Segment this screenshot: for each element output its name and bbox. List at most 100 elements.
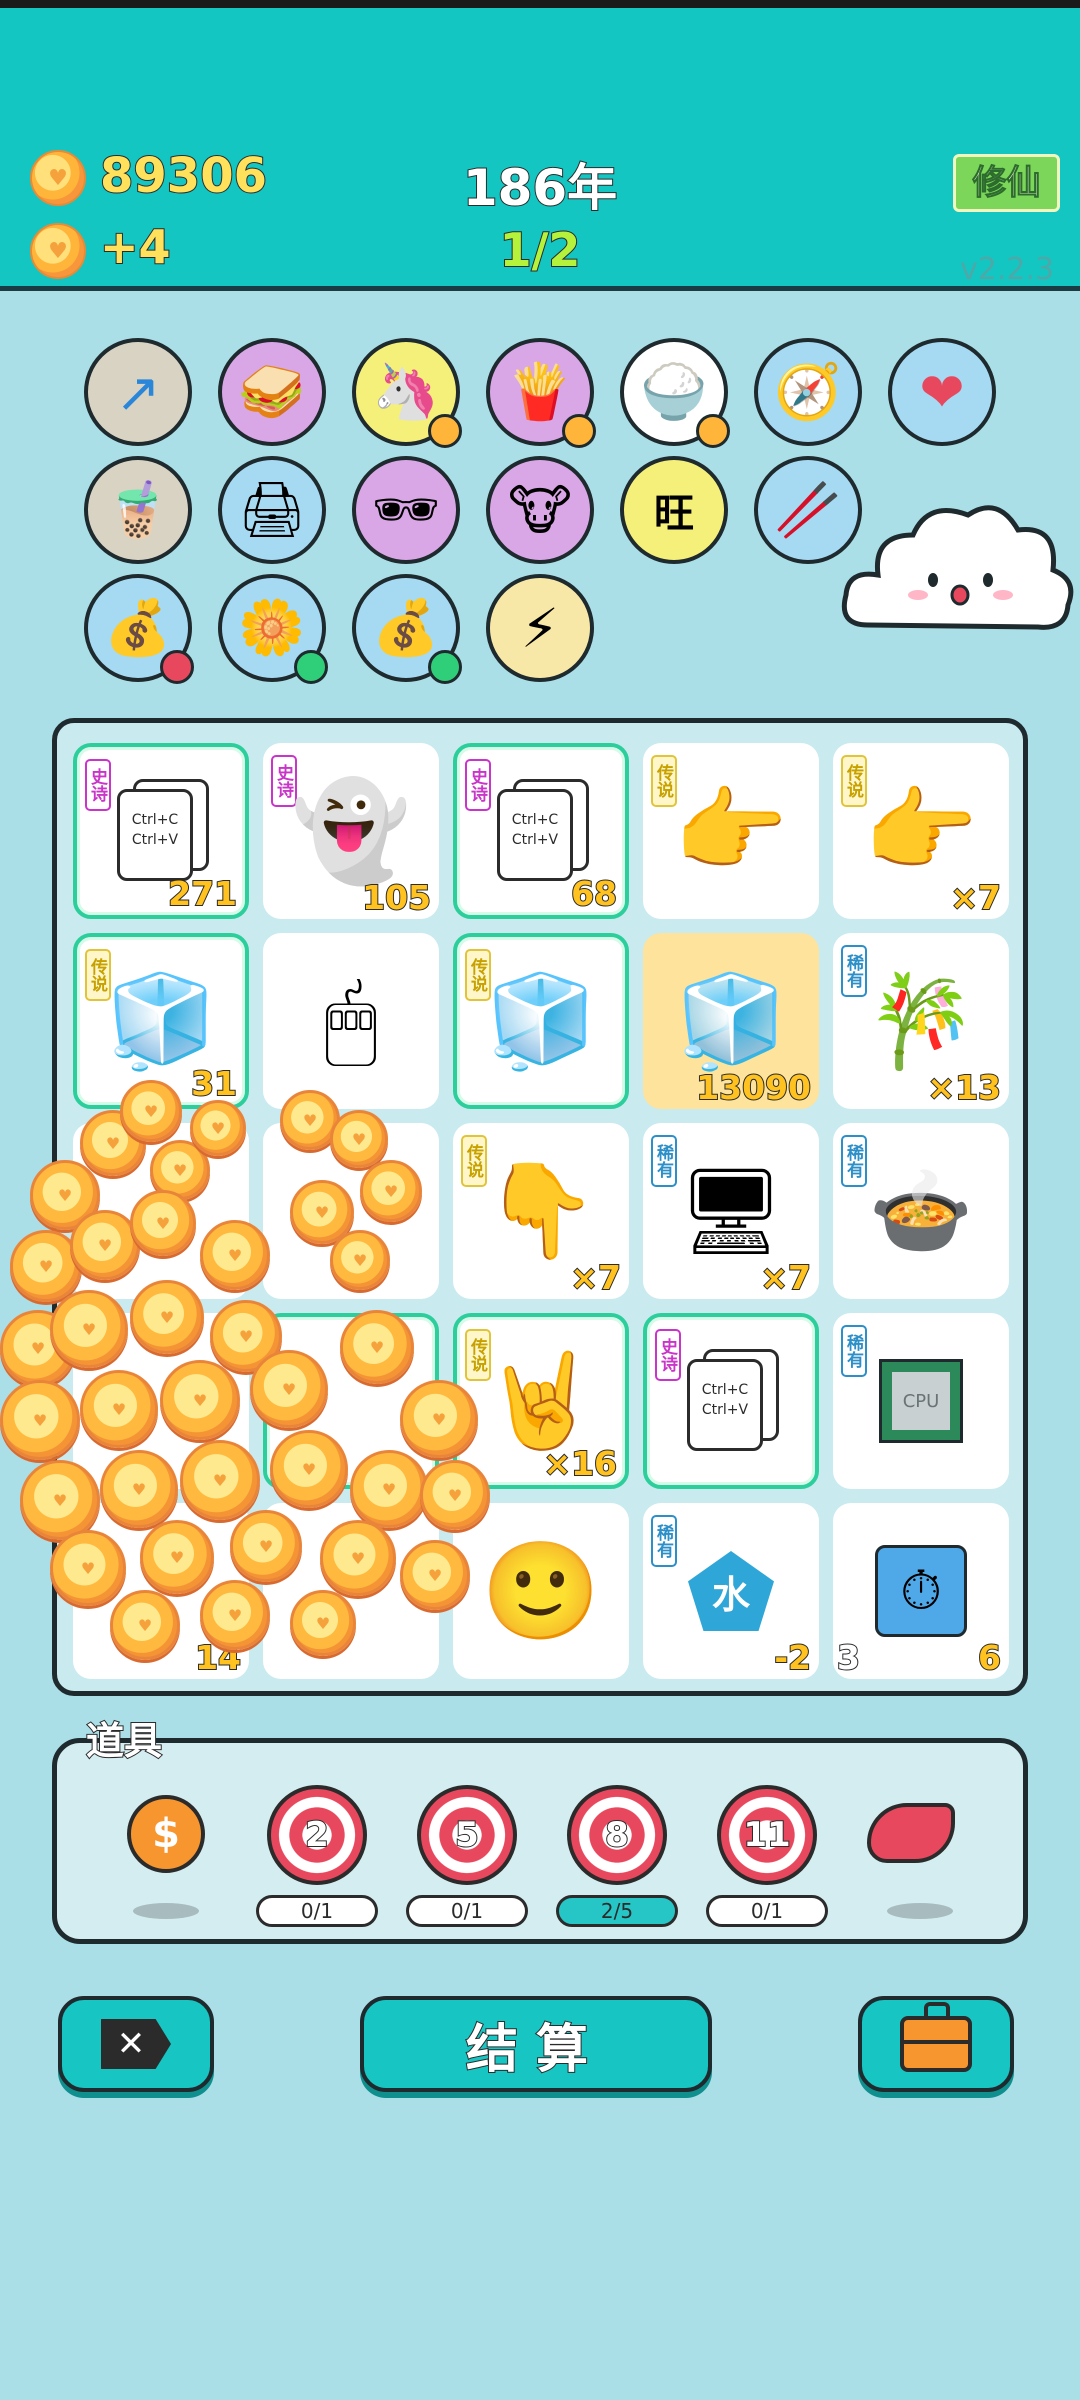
- item-count: ×16: [542, 1443, 618, 1484]
- board-cell[interactable]: 史诗 Ctrl+C Ctrl+V: [643, 1313, 819, 1489]
- version-label: v2.2.3: [960, 252, 1055, 287]
- mouse-icon: 🖱: [324, 968, 378, 1073]
- target-icon[interactable]: 8: [567, 1785, 667, 1885]
- status-bar: [0, 0, 1080, 8]
- sunglasses-egg-icon[interactable]: 🕶: [352, 456, 460, 564]
- money-bag-red-icon[interactable]: 💰: [84, 574, 194, 684]
- round-progress: 1/2: [499, 222, 582, 278]
- board-cell[interactable]: 传说 🧊 31: [73, 933, 249, 1109]
- coin-gain: +4: [99, 219, 172, 275]
- item-shadow: [887, 1903, 953, 1919]
- minus-badge-icon: [160, 650, 194, 684]
- printer-icon[interactable]: 🖨: [218, 456, 326, 564]
- briefcase-icon: [900, 2002, 972, 2072]
- coin-badge-icon: [428, 414, 462, 448]
- item-board: 史诗 Ctrl+C Ctrl+V 271 史诗 👻 105 史诗 Ctrl+C Ct…: [52, 718, 1028, 1696]
- wang-tiles-icon[interactable]: 旺: [620, 456, 728, 564]
- liver-icon[interactable]: [867, 1803, 955, 1863]
- settle-label: 结算: [465, 2019, 606, 2081]
- tool-progress: 2/5: [556, 1895, 678, 1927]
- board-cell[interactable]: [73, 1313, 249, 1489]
- board-cell[interactable]: 🖱: [263, 933, 439, 1109]
- close-button[interactable]: ✕: [58, 1996, 214, 2092]
- board-cell[interactable]: 史诗 👻 105: [263, 743, 439, 919]
- flower-pot-icon[interactable]: 🌼: [218, 574, 328, 684]
- pressure-cooker-icon: 🍲: [868, 1161, 974, 1260]
- board-cell[interactable]: 🙂: [453, 1503, 629, 1679]
- board-cell[interactable]: 传说 🤘 ×16: [453, 1313, 629, 1489]
- target-icon[interactable]: 11: [717, 1785, 817, 1885]
- dollar-coin-icon[interactable]: $: [127, 1795, 205, 1873]
- item-count: 6: [977, 1637, 1002, 1678]
- cloud-mascot-icon[interactable]: [838, 495, 1078, 655]
- item-count-left: 3: [836, 1637, 861, 1678]
- item-count: 31: [190, 1063, 238, 1104]
- fridge-icon: 🧊: [484, 968, 598, 1074]
- board-cell[interactable]: [263, 1313, 439, 1489]
- coin-badge-icon: [696, 414, 730, 448]
- target-icon[interactable]: 2: [267, 1785, 367, 1885]
- settle-button[interactable]: 结算: [360, 1996, 712, 2092]
- board-cell[interactable]: 传说 🧊: [453, 933, 629, 1109]
- toaster-icon[interactable]: 🥪: [218, 338, 326, 446]
- lightning-icon[interactable]: ⚡: [486, 574, 594, 682]
- close-x-icon: ✕: [101, 2019, 171, 2069]
- board-cell[interactable]: 稀有 🍲: [833, 1123, 1009, 1299]
- coin-total: 89306: [99, 147, 268, 205]
- coin-badge-icon: [562, 414, 596, 448]
- tools-title: 道具: [85, 1718, 163, 1764]
- tool-progress: 0/1: [256, 1895, 378, 1927]
- item-count: ×13: [926, 1067, 1002, 1108]
- item-count: 105: [361, 877, 432, 918]
- rice-bowl-icon[interactable]: 🍚: [620, 338, 730, 448]
- pointing-hand-icon: 👉: [673, 777, 789, 884]
- tool-progress: 0/1: [406, 1895, 528, 1927]
- board-cell[interactable]: 稀有 水 -2: [643, 1503, 819, 1679]
- item-count: 68: [570, 873, 618, 914]
- coin-icon: [30, 150, 86, 206]
- item-shadow: [133, 1903, 199, 1919]
- item-count: ×7: [949, 877, 1002, 918]
- money-bag-green-icon[interactable]: 💰: [352, 574, 462, 684]
- cow-tv-icon[interactable]: 🐮: [486, 456, 594, 564]
- cpu-chip-icon: CPU: [833, 1313, 1009, 1489]
- board-cell[interactable]: 14: [73, 1503, 249, 1679]
- board-cell[interactable]: 稀有 CPU: [833, 1313, 1009, 1489]
- item-count: ×7: [569, 1257, 622, 1298]
- cultivate-button[interactable]: 修仙: [953, 154, 1060, 212]
- board-cell[interactable]: [263, 1503, 439, 1679]
- year-counter: 186年: [462, 158, 618, 218]
- item-count: ×7: [759, 1257, 812, 1298]
- tools-panel: $ 2 0/1 5 0/1 8 2/5 11 0/1: [52, 1738, 1028, 1944]
- copy-paste-icon: Ctrl+C Ctrl+V: [647, 1317, 815, 1485]
- bubble-tea-icon[interactable]: 🧋: [84, 456, 192, 564]
- top-bar: 89306 +4 186年 1/2 修仙 v2.2.3: [0, 8, 1080, 291]
- board-cell[interactable]: 稀有 🖥 ×7: [643, 1123, 819, 1299]
- coin-gain-icon: [30, 223, 86, 279]
- board-cell[interactable]: 🧊 13090: [643, 933, 819, 1109]
- board-cell[interactable]: [73, 1123, 249, 1299]
- inventory-button[interactable]: [858, 1996, 1014, 2092]
- fries-icon[interactable]: 🍟: [486, 338, 596, 448]
- item-count: 13090: [695, 1067, 812, 1108]
- board-cell[interactable]: 史诗 Ctrl+C Ctrl+V 271: [73, 743, 249, 919]
- arrow-up-right-icon[interactable]: ↗: [84, 338, 192, 446]
- compass-icon[interactable]: 🧭: [754, 338, 862, 446]
- item-count: 271: [167, 873, 238, 914]
- smiling-face-icon: 🙂: [481, 1534, 601, 1647]
- tool-progress: 0/1: [706, 1895, 828, 1927]
- board-cell[interactable]: ⏱ 3 6: [833, 1503, 1009, 1679]
- board-cell[interactable]: 传说 👉 ×7: [833, 743, 1009, 919]
- board-cell[interactable]: 稀有 🎋 ×13: [833, 933, 1009, 1109]
- item-count: 14: [194, 1637, 242, 1678]
- green-badge-icon: [428, 650, 462, 684]
- target-icon[interactable]: 5: [417, 1785, 517, 1885]
- board-cell[interactable]: 传说 👉: [643, 743, 819, 919]
- item-count: -2: [773, 1637, 812, 1678]
- board-cell[interactable]: [263, 1123, 439, 1299]
- green-badge-icon: [294, 650, 328, 684]
- unicorn-icon[interactable]: 🦄: [352, 338, 462, 448]
- board-cell[interactable]: 史诗 Ctrl+C Ctrl+V 68: [453, 743, 629, 919]
- board-cell[interactable]: 传说 👇 ×7: [453, 1123, 629, 1299]
- heart-balloon-icon[interactable]: ❤: [888, 338, 996, 446]
